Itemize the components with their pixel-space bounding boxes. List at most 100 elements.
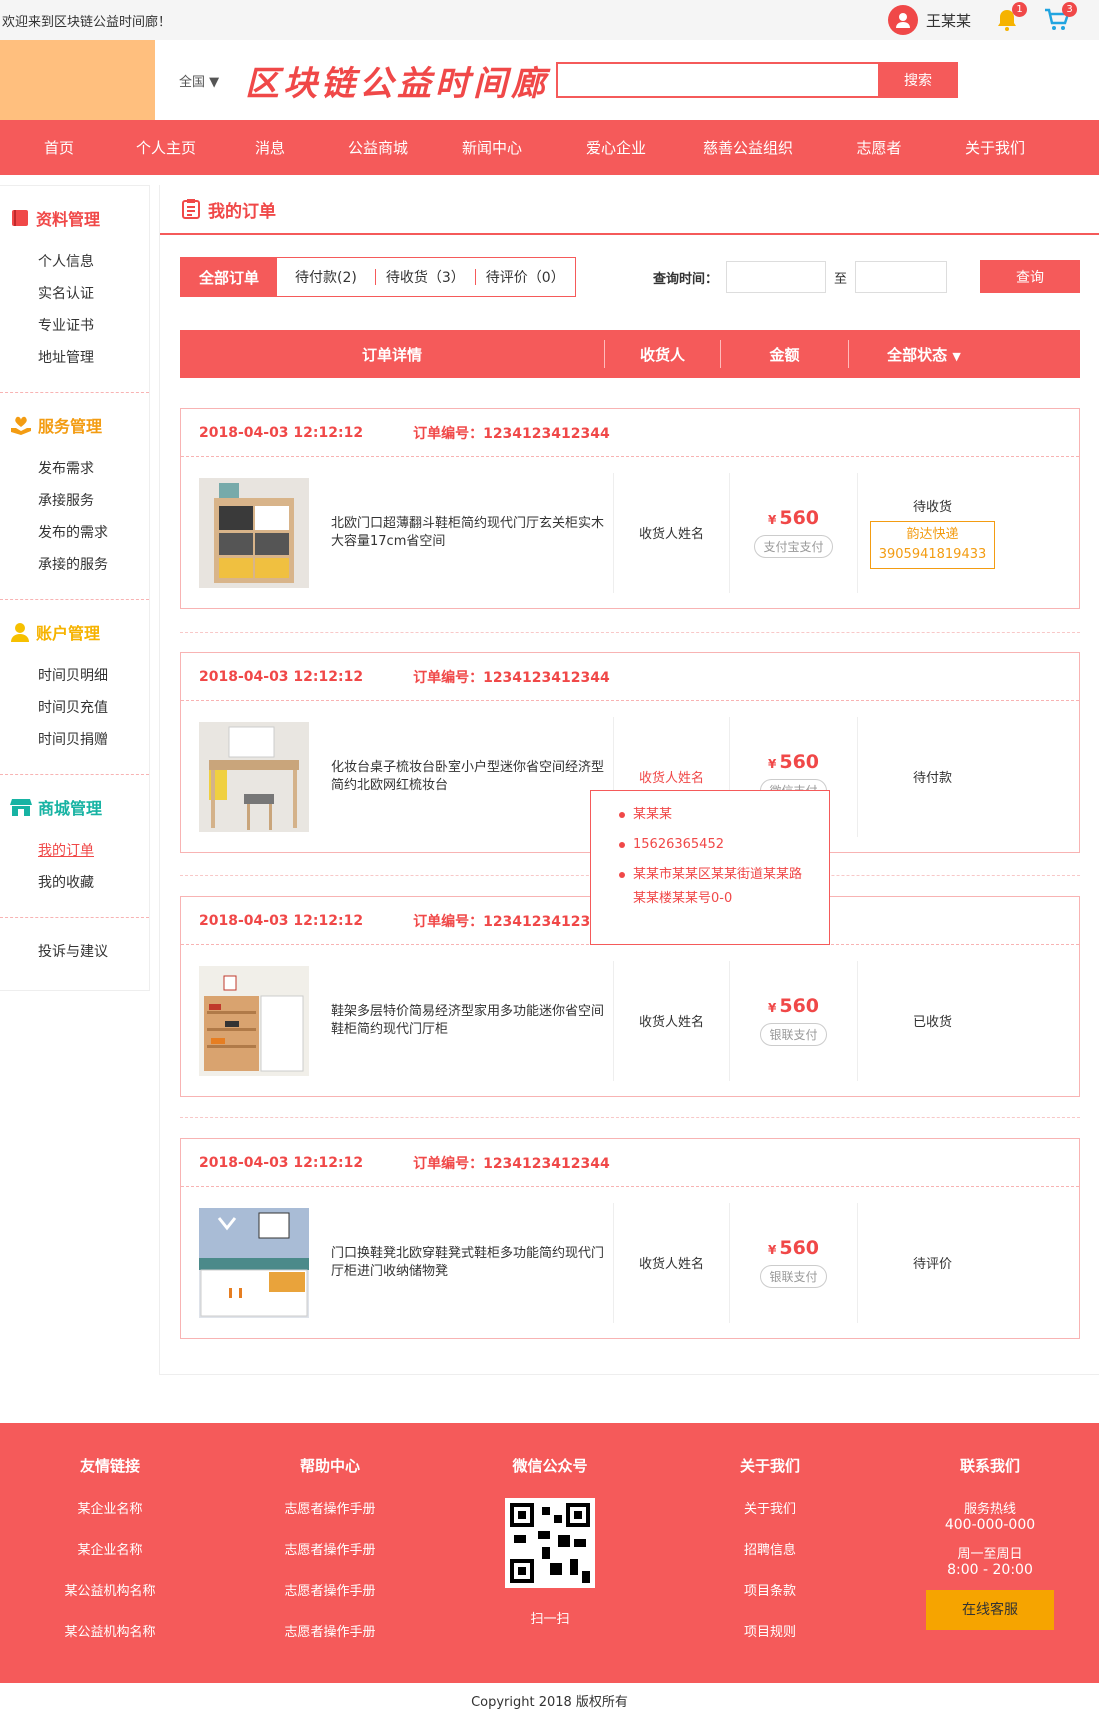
order-header: 2018-04-03 12:12:12 订单编号：1234123412344 [181,653,1079,701]
order-status: 待评价 [912,1257,952,1272]
sidebar-item-posted-demands[interactable]: 发布的需求 [0,517,149,549]
footer-contact: 联系我们 服务热线 400-000-000 周一至周日 8:00 - 20:00… [890,1455,1090,1630]
hotline-label: 服务热线 [963,1502,1016,1517]
footer-link[interactable]: 某企业名称 [10,1498,210,1539]
order-header: 2018-04-03 12:12:12 订单编号：1234123412344 [181,409,1079,457]
sidebar-item-post-demand[interactable]: 发布需求 [0,453,149,485]
sidebar-group-mall: 商城管理 我的订单 我的收藏 [0,775,149,918]
footer-link[interactable]: 志愿者操作手册 [230,1539,430,1580]
footer-link[interactable]: 某公益机构名称 [10,1621,210,1662]
sidebar-group-feedback: 投诉与建议 [0,918,149,990]
nav-volunteers[interactable]: 志愿者 [818,137,940,158]
footer-link[interactable]: 志愿者操作手册 [230,1580,430,1621]
query-button[interactable]: 查询 [980,260,1080,293]
user-icon [887,5,918,35]
footer-link[interactable]: 某企业名称 [10,1539,210,1580]
tab-pending-receipt[interactable]: 待收货（3） [376,258,475,296]
nav-profile[interactable]: 个人主页 [118,137,214,158]
product-name[interactable]: 北欧门口超薄翻斗鞋柜简约现代门厅玄关柜实木大容量17cm省空间 [331,515,613,551]
order-date: 2018-04-03 12:12:12 [199,912,364,929]
hotline-number: 400-000-000 [944,1517,1036,1533]
nav-companies[interactable]: 爱心企业 [554,137,678,158]
query-label: 查询时间： [653,271,719,287]
order-price: ¥560 [767,995,820,1017]
qr-code-icon [505,1498,595,1588]
nav-about[interactable]: 关于我们 [940,137,1050,158]
sidebar-item-accept-service[interactable]: 承接服务 [0,485,149,517]
sidebar-group-title: 商城管理 [0,795,149,819]
col-receiver: 收货人 [639,345,685,364]
sidebar-item-accepted-services[interactable]: 承接的服务 [0,549,149,581]
search-button[interactable]: 搜索 [878,62,958,98]
sidebar-item-verify[interactable]: 实名认证 [0,278,149,310]
sidebar-group-title: 资料管理 [0,206,149,230]
search-input[interactable] [556,62,878,98]
cart-icon[interactable]: 3 [1043,2,1077,34]
col-status-filter[interactable]: 全部状态 ▼ [849,344,999,365]
sidebar-item-favorites[interactable]: 我的收藏 [0,867,149,899]
tab-pending-review[interactable]: 待评价（0） [476,258,575,296]
welcome-text: 欢迎来到区块链公益时间廊！ [2,14,172,30]
product-image[interactable] [199,1207,309,1318]
product-name[interactable]: 门口换鞋凳北欧穿鞋凳式鞋柜多功能简约现代门厅柜进门收纳储物凳 [331,1245,613,1281]
caret-down-icon: ▼ [209,74,220,90]
order-body: 鞋架多层特价简易经济型家用多功能迷你省空间鞋柜简约现代门厅柜 收货人姓名 ¥56… [181,945,1079,1096]
footer-link[interactable]: 招聘信息 [670,1539,870,1580]
footer-heading: 微信公众号 [512,1457,588,1475]
nav-news[interactable]: 新闻中心 [430,137,554,158]
footer-link[interactable]: 某公益机构名称 [10,1580,210,1621]
bell-icon[interactable]: 1 [993,2,1027,34]
footer-link[interactable]: 项目规则 [670,1621,870,1662]
status-cell: 待收货 韵达快递 3905941819433 [857,472,1007,593]
footer-link[interactable]: 关于我们 [670,1498,870,1539]
user-menu[interactable]: 王某某 [887,5,971,35]
order-price: ¥560 [767,507,820,529]
footer-link[interactable]: 志愿者操作手册 [230,1621,430,1662]
tab-pending-payment[interactable]: 待付款(2) [277,258,375,296]
nav-mall[interactable]: 公益商城 [326,137,430,158]
receiver-name[interactable]: 收货人姓名 [639,1011,704,1030]
nav-home[interactable]: 首页 [0,137,118,158]
product-name[interactable]: 鞋架多层特价简易经济型家用多功能迷你省空间鞋柜简约现代门厅柜 [331,1003,613,1039]
header: 全国 ▼ 区块链公益时间廊 搜索 [0,40,1099,120]
col-order-detail: 订单详情 [361,345,422,364]
footer-heading: 联系我们 [959,1457,1020,1475]
end-date-input[interactable] [855,261,948,293]
sidebar-item-time-detail[interactable]: 时间贝明细 [0,660,149,692]
product-name[interactable]: 化妆台桌子梳妆台卧室小户型迷你省空间经济型简约北欧网红梳妆台 [331,759,613,795]
tab-all-orders[interactable]: 全部订单 [181,258,278,296]
footer-link[interactable]: 项目条款 [670,1580,870,1621]
nav-messages[interactable]: 消息 [214,137,326,158]
copyright: Copyright 2018 版权所有 [471,1695,628,1710]
nav-charities[interactable]: 慈善公益组织 [678,137,818,158]
footer-heading: 友情链接 [79,1457,140,1475]
sidebar-item-cert[interactable]: 专业证书 [0,310,149,342]
shop-icon [10,799,32,816]
footer-link[interactable]: 志愿者操作手册 [230,1498,430,1539]
product-image[interactable] [199,965,309,1076]
receiver-name[interactable]: 收货人姓名 [639,1253,704,1272]
order-body: 门口换鞋凳北欧穿鞋凳式鞋柜多功能简约现代门厅柜进门收纳储物凳 收货人姓名 ¥56… [181,1187,1079,1338]
cart-badge: 3 [1062,2,1077,17]
sidebar-item-info[interactable]: 个人信息 [0,246,149,278]
sidebar-item-my-orders[interactable]: 我的订单 [0,835,149,867]
receiver-name[interactable]: 收货人姓名 [639,767,704,786]
sidebar-item-feedback[interactable]: 投诉与建议 [0,936,149,968]
start-date-input[interactable] [726,261,827,293]
sidebar-item-address[interactable]: 地址管理 [0,342,149,374]
logo[interactable] [0,40,155,120]
express-info[interactable]: 韵达快递 3905941819433 [869,521,996,569]
sidebar-group-title: 账户管理 [0,620,149,644]
online-service-button[interactable]: 在线客服 [926,1590,1054,1630]
product-image[interactable] [199,477,309,588]
order-date: 2018-04-03 12:12:12 [199,1154,364,1171]
sidebar-group-service: 服务管理 发布需求 承接服务 发布的需求 承接的服务 [0,393,149,600]
footer-links: 友情链接 某企业名称 某企业名称 某公益机构名称 某公益机构名称 [10,1455,210,1662]
order-date: 2018-04-03 12:12:12 [199,424,364,441]
bullet-icon [619,872,625,878]
receiver-name[interactable]: 收货人姓名 [639,523,704,542]
product-image[interactable] [199,721,309,832]
region-select[interactable]: 全国 ▼ [179,71,219,90]
sidebar-item-time-donate[interactable]: 时间贝捐赠 [0,724,149,756]
sidebar-item-time-recharge[interactable]: 时间贝充值 [0,692,149,724]
